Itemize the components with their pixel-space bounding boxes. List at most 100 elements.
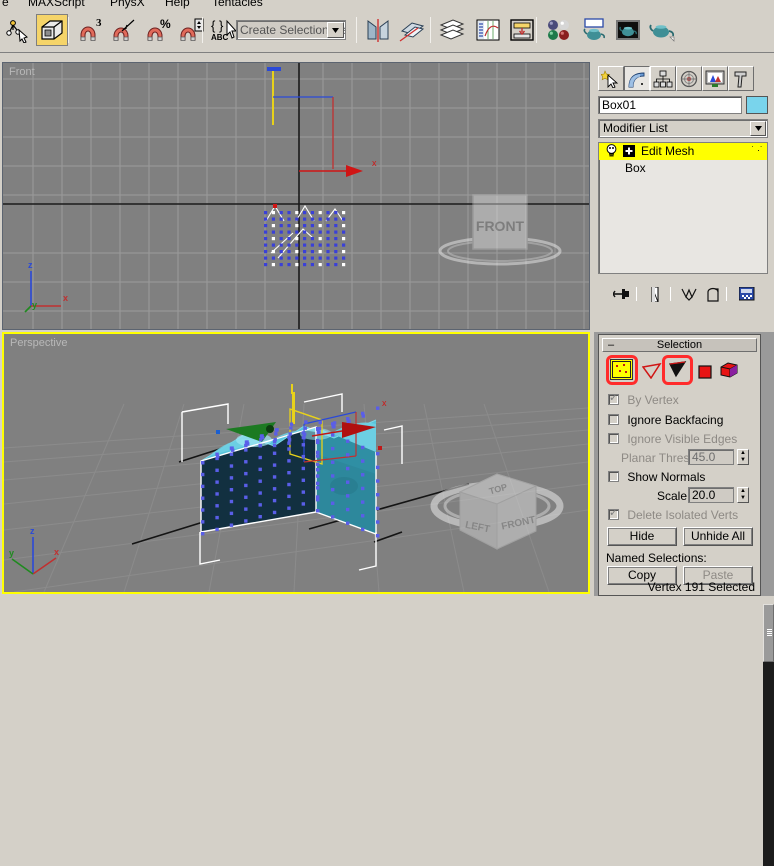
ignore-backfacing-row[interactable]: Ignore Backfacing xyxy=(608,413,723,427)
menu-bar[interactable]: e MAXScript PhysX Help Tentacles xyxy=(0,0,774,9)
mirror-icon xyxy=(367,19,389,42)
planar-thresh-field[interactable]: 45.0 xyxy=(688,449,734,465)
svg-text:3: 3 xyxy=(96,17,102,29)
show-normals-checkbox[interactable] xyxy=(608,471,619,482)
tab-utilities[interactable] xyxy=(728,66,754,91)
hide-button[interactable]: Hide xyxy=(607,527,677,546)
svg-text:ABC: ABC xyxy=(211,33,229,42)
unhide-all-button[interactable]: Unhide All xyxy=(683,527,753,546)
face-sub-object-button[interactable] xyxy=(666,359,689,380)
rollout-area: – Selection ✓ By Vertex Ignore Backfacin… xyxy=(594,332,774,866)
tab-display[interactable] xyxy=(702,66,728,91)
front-viewport-canvas: x FRONT z x y xyxy=(3,63,589,329)
material-editor-button[interactable] xyxy=(542,14,574,46)
object-color-swatch[interactable] xyxy=(746,96,768,114)
show-end-result-button[interactable] xyxy=(644,284,666,304)
modifier-stack-list[interactable]: Edit Mesh ˙ ·˙ Box xyxy=(598,142,768,274)
remove-modifier-button[interactable] xyxy=(702,284,724,304)
chevron-down-icon[interactable] xyxy=(327,22,344,38)
create-selection-set-combo[interactable]: Create Selection Set xyxy=(236,20,346,40)
modifier-list-combo[interactable]: Modifier List xyxy=(598,119,768,138)
align-icon xyxy=(399,22,425,42)
polygon-icon xyxy=(698,364,712,379)
ignore-visible-edges-row[interactable]: Ignore Visible Edges xyxy=(608,432,737,446)
perspective-viewport[interactable]: x TOP LEFT FRONT z x y Perspective xyxy=(2,332,590,594)
hierarchy-icon xyxy=(653,70,673,87)
pin-stack-button[interactable] xyxy=(610,284,632,304)
select-and-manipulate-icon xyxy=(6,20,28,43)
stack-item-edit-mesh[interactable]: Edit Mesh ˙ ·˙ xyxy=(599,143,767,160)
scale-field[interactable]: 20.0 xyxy=(688,487,734,503)
edge-sub-object-button[interactable] xyxy=(640,360,663,381)
toolbar-separator xyxy=(202,17,203,43)
layer-manager-button[interactable] xyxy=(436,14,468,46)
render-production-button[interactable] xyxy=(646,14,678,46)
menu-item-e[interactable]: e xyxy=(2,0,9,9)
svg-text:x: x xyxy=(372,158,377,168)
planar-thresh-spinner[interactable]: ▲ ▼ xyxy=(737,449,749,465)
tab-modify[interactable] xyxy=(624,66,650,91)
toolbar-separator xyxy=(356,17,357,43)
make-unique-button[interactable] xyxy=(678,284,700,304)
angle-snap-toggle-button[interactable] xyxy=(108,14,140,46)
polygon-sub-object-button[interactable] xyxy=(694,361,717,382)
snaps-3d-button[interactable]: 3 xyxy=(74,14,106,46)
face-icon xyxy=(668,361,686,378)
delete-isolated-verts-checkbox[interactable] xyxy=(608,506,619,520)
element-sub-object-button[interactable] xyxy=(717,359,740,380)
svg-text:y: y xyxy=(32,300,37,310)
front-viewport[interactable]: x FRONT z x y Front xyxy=(2,62,590,330)
curve-editor-button[interactable] xyxy=(472,14,504,46)
percent-snap-toggle-button[interactable]: % xyxy=(142,14,174,46)
stack-item-box[interactable]: Box xyxy=(599,160,767,177)
render-setup-button[interactable] xyxy=(578,14,610,46)
menu-item-tentacles[interactable]: Tentacles xyxy=(212,0,263,9)
render-setup-teapot-icon xyxy=(583,18,605,40)
trash-icon xyxy=(707,287,719,302)
rendered-frame-window-button[interactable] xyxy=(612,14,644,46)
mirror-button[interactable] xyxy=(362,14,394,46)
delete-isolated-verts-row[interactable]: Delete Isolated Verts xyxy=(608,506,738,522)
svg-text:FRONT: FRONT xyxy=(476,218,525,234)
angle-snap-icon xyxy=(113,19,135,41)
ignore-backfacing-checkbox[interactable] xyxy=(608,414,619,425)
divider xyxy=(636,287,637,301)
schematic-view-icon xyxy=(510,19,534,41)
ignore-backfacing-label: Ignore Backfacing xyxy=(627,413,724,427)
align-button[interactable] xyxy=(396,14,428,46)
svg-text:z: z xyxy=(28,260,33,270)
chevron-down-icon[interactable] xyxy=(750,121,766,136)
spinner-snap-toggle-button[interactable] xyxy=(176,14,208,46)
scale-spinner[interactable]: ▲ ▼ xyxy=(737,487,749,503)
select-and-manipulate-button[interactable] xyxy=(2,14,34,46)
stack-item-label: Edit Mesh xyxy=(641,144,695,158)
magnet-3d-icon: 3 xyxy=(80,17,102,41)
by-vertex-row[interactable]: By Vertex xyxy=(608,391,679,407)
collapse-icon[interactable]: – xyxy=(608,339,614,351)
configure-modifier-sets-button[interactable] xyxy=(736,284,758,304)
rendered-frame-icon xyxy=(616,20,640,40)
ignore-visible-edges-checkbox[interactable] xyxy=(608,433,619,444)
show-normals-row[interactable]: Show Normals xyxy=(608,470,705,484)
edge-icon xyxy=(641,362,662,379)
object-name-field[interactable]: Box01 xyxy=(598,96,742,114)
command-panel-scrollbar[interactable] xyxy=(763,604,774,866)
selection-rollout-header[interactable]: – Selection xyxy=(602,338,757,352)
selection-rollout-title: Selection xyxy=(656,339,703,351)
by-vertex-checkbox[interactable] xyxy=(608,391,619,405)
named-selections-label: Named Selections: xyxy=(606,551,707,565)
vertex-sub-object-button[interactable] xyxy=(610,359,633,380)
tab-create[interactable] xyxy=(598,66,624,91)
menu-item-help[interactable]: Help xyxy=(165,0,190,9)
menu-item-physx[interactable]: PhysX xyxy=(110,0,145,9)
scrollbar-thumb[interactable] xyxy=(763,604,774,662)
pin-stack-icon xyxy=(612,289,629,299)
snaps-toggle-button[interactable] xyxy=(36,14,68,46)
tab-hierarchy[interactable] xyxy=(650,66,676,91)
modifier-stack-buttons xyxy=(598,284,768,306)
selection-rollout: – Selection ✓ By Vertex Ignore Backfacin… xyxy=(598,334,761,596)
scrollbar-track[interactable] xyxy=(763,662,774,866)
tab-motion[interactable] xyxy=(676,66,702,91)
schematic-view-button[interactable] xyxy=(506,14,538,46)
menu-item-maxscript[interactable]: MAXScript xyxy=(28,0,85,9)
